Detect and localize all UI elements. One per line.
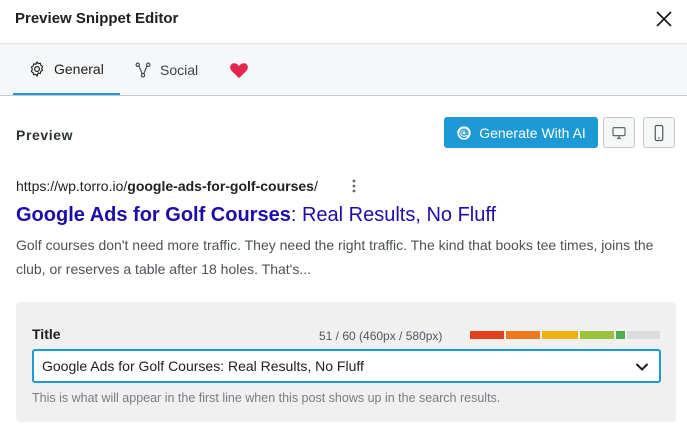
ai-at-icon	[457, 125, 471, 140]
tab-bar: General Social	[0, 44, 687, 96]
serp-url-base: https://wp.torro.io/	[16, 178, 128, 194]
serp-title[interactable]: Google Ads for Golf Courses: Real Result…	[16, 204, 496, 227]
serp-url-slug: google-ads-for-golf-courses	[127, 178, 314, 194]
tab-general[interactable]: General	[13, 44, 120, 95]
title-help-text: This is what will appear in the first li…	[32, 391, 501, 405]
tab-favorite[interactable]	[229, 44, 257, 96]
serp-description: Golf courses don't need more traffic. Th…	[16, 237, 654, 277]
more-options-button[interactable]	[346, 177, 362, 195]
mobile-icon	[654, 124, 664, 141]
tab-social[interactable]: Social	[134, 44, 198, 96]
heart-icon	[230, 63, 248, 79]
generate-with-ai-button[interactable]: Generate With AI	[444, 117, 598, 148]
share-nodes-icon	[135, 62, 151, 78]
serp-title-bold: Google Ads for Golf Courses	[16, 204, 291, 226]
serp-url: https://wp.torro.io/google-ads-for-golf-…	[16, 178, 318, 194]
meter-segment-3	[542, 331, 578, 339]
serp-url-end: /	[313, 178, 318, 194]
meter-remaining	[627, 331, 660, 339]
gear-icon	[30, 60, 44, 77]
meter-segment-1	[470, 331, 504, 339]
title-input[interactable]: Google Ads for Golf Courses: Real Result…	[32, 349, 661, 383]
meter-segment-4	[579, 331, 615, 339]
close-button[interactable]	[650, 5, 678, 33]
dialog-title: Preview Snippet Editor	[15, 10, 179, 27]
desktop-icon	[612, 126, 626, 139]
generate-with-ai-label: Generate With AI	[479, 124, 586, 141]
title-length-meter	[470, 331, 660, 339]
tab-general-label: General	[54, 60, 104, 77]
mobile-preview-button[interactable]	[643, 117, 675, 148]
chevron-down-icon[interactable]	[635, 360, 649, 374]
dialog-header: Preview Snippet Editor	[0, 0, 687, 44]
meter-segment-5	[616, 331, 626, 339]
title-field-label: Title	[32, 326, 61, 342]
vertical-dots-icon	[352, 179, 356, 193]
title-input-value: Google Ads for Golf Courses: Real Result…	[42, 358, 364, 374]
tab-social-label: Social	[160, 62, 199, 78]
serp-title-rest: : Real Results, No Fluff	[290, 204, 497, 226]
title-length-counter: 51 / 60 (460px / 580px)	[319, 329, 443, 343]
meter-segment-2	[505, 331, 541, 339]
close-icon	[656, 11, 672, 27]
preview-heading: Preview	[16, 127, 74, 143]
title-field-panel: Title 51 / 60 (460px / 580px) Google Ads…	[16, 302, 676, 422]
desktop-preview-button[interactable]	[603, 117, 635, 148]
